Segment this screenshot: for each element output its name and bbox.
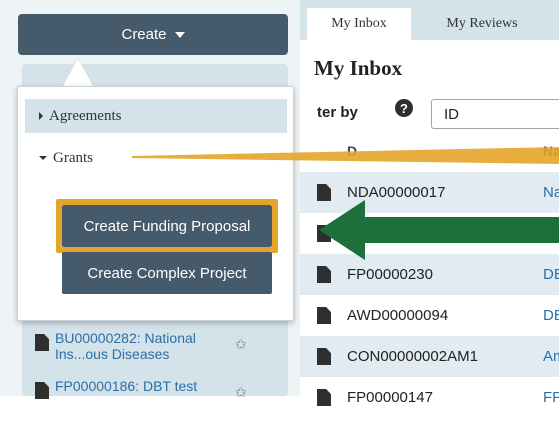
menu-item-agreements[interactable]: Agreements <box>25 99 287 133</box>
right-panel: My Inbox My Reviews My Inbox ter by ? ID… <box>300 0 559 406</box>
column-header-name[interactable]: Na <box>543 143 559 159</box>
row-id[interactable]: 00000231 <box>347 225 414 242</box>
chevron-right-icon <box>39 112 43 120</box>
table-row[interactable]: NDA00000017 Na <box>300 172 559 213</box>
document-icon <box>317 184 331 201</box>
pin-icon[interactable]: ✩ <box>235 384 247 401</box>
document-icon <box>35 334 49 351</box>
create-complex-project-button[interactable]: Create Complex Project <box>62 252 272 294</box>
dropdown-pointer <box>63 58 93 86</box>
document-icon <box>35 382 49 399</box>
recent-item-text[interactable]: FP00000186: DBT test <box>55 378 227 394</box>
table-row[interactable]: 00000231 DE <box>300 213 559 254</box>
menu-item-grants[interactable]: Grants <box>25 143 287 173</box>
create-dropdown-menu: Agreements Grants Create Funding Proposa… <box>17 86 294 321</box>
page-title: My Inbox <box>314 56 403 80</box>
create-funding-proposal-button[interactable]: Create Funding Proposal <box>62 205 272 247</box>
create-button-label: Create <box>121 26 167 43</box>
row-id[interactable]: NDA00000017 <box>347 184 445 201</box>
row-name[interactable]: FP <box>543 389 559 406</box>
document-icon <box>317 389 331 406</box>
table-row[interactable]: FP00000230 DE <box>300 254 559 295</box>
row-name[interactable]: DE <box>543 225 559 242</box>
pin-icon[interactable]: ✩ <box>235 336 247 353</box>
chevron-down-icon <box>39 156 47 160</box>
row-name[interactable]: DE <box>543 266 559 283</box>
row-name[interactable]: DE <box>543 307 559 324</box>
table-row[interactable]: FP00000147 FP <box>300 377 559 418</box>
row-name[interactable]: Am <box>543 348 559 365</box>
menu-item-label: Grants <box>53 149 93 166</box>
filter-label: ter by <box>317 104 358 121</box>
document-icon <box>317 348 331 365</box>
menu-item-label: Agreements <box>49 107 122 124</box>
help-circle-icon[interactable]: ? <box>395 99 413 117</box>
row-id[interactable]: CON00000002AM1 <box>347 348 478 365</box>
document-icon <box>317 307 331 324</box>
column-header-id[interactable]: D <box>347 143 357 159</box>
recent-item-text[interactable]: BU00000282: National Ins...ous Diseases <box>55 330 227 362</box>
row-id[interactable]: AWD00000094 <box>347 307 448 324</box>
row-id[interactable]: FP00000147 <box>347 389 433 406</box>
tab-bar: My Inbox My Reviews <box>300 0 559 40</box>
table-row[interactable]: AWD00000094 DE <box>300 295 559 336</box>
chevron-down-icon <box>174 31 185 38</box>
document-icon <box>317 225 331 242</box>
tab-my-inbox[interactable]: My Inbox <box>307 8 411 40</box>
row-id[interactable]: FP00000230 <box>347 266 433 283</box>
recent-item[interactable]: FP00000186: DBT test ✩ <box>35 378 270 423</box>
filter-select[interactable]: ID <box>431 99 559 129</box>
create-button[interactable]: Create <box>18 14 288 55</box>
table-row[interactable]: CON00000002AM1 Am <box>300 336 559 377</box>
tab-my-reviews[interactable]: My Reviews <box>418 8 546 40</box>
document-icon <box>317 266 331 283</box>
row-name[interactable]: Na <box>543 184 559 201</box>
recent-item[interactable]: BU00000282: National Ins...ous Diseases … <box>35 330 270 375</box>
